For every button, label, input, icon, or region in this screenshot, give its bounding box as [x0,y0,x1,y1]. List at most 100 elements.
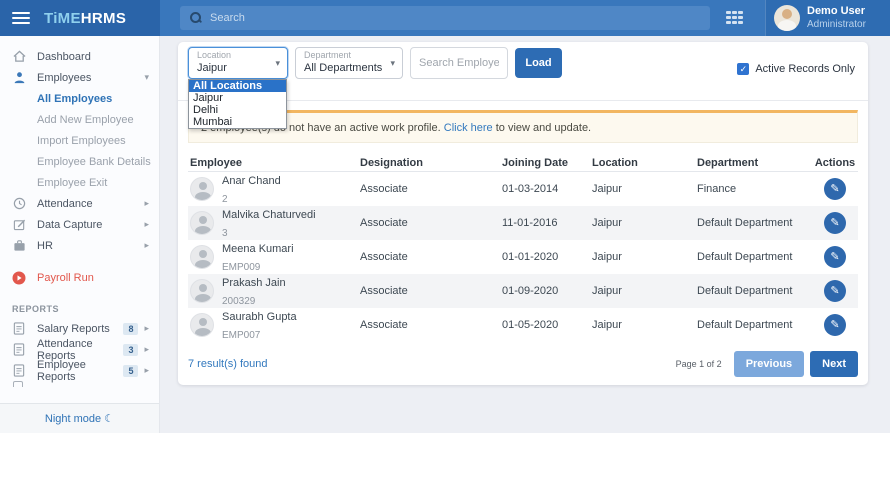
logo-hrms-text: HRMS [80,9,127,27]
user-avatar [774,5,800,31]
cell-department: Default Department [697,217,793,229]
edit-employee-button[interactable]: ✎ [824,178,846,200]
chevron-right-icon: ▸ [144,198,149,208]
user-role: Administrator [807,18,866,30]
home-icon [12,50,26,64]
sidebar-item-employee-bank-details[interactable]: Employee Bank Details [0,151,159,172]
global-search-input[interactable]: Search [180,6,710,30]
apps-grid-icon[interactable] [726,11,743,24]
column-header-joining-date: Joining Date [502,156,569,169]
dropdown-option-all-locations[interactable]: All Locations [189,80,286,92]
sidebar-item-label: Employee Reports [37,358,86,383]
sidebar-item-label: Data Capture [37,218,103,231]
night-mode-toggle[interactable]: Night mode ☾ [0,403,159,433]
next-page-button[interactable]: Next [810,350,858,377]
location-select-label: Location [197,50,232,60]
count-badge: 3 [123,343,139,356]
table-row: Meena Kumari EMP009 Associate 01-01-2020 … [188,240,858,274]
sidebar-item-add-new-employee[interactable]: Add New Employee [0,109,159,130]
cell-location: Jaipur [592,183,622,195]
checkbox-check-icon: ✓ [737,63,750,75]
employee-name: Anar Chand [222,175,281,187]
column-header-actions: Actions [814,156,856,169]
cell-location: Jaipur [592,217,622,229]
employee-table: Employee Designation Joining Date Locati… [188,154,858,342]
column-header-department: Department [697,156,759,169]
main-content: Location Jaipur ▾ Department All Departm… [160,36,890,433]
hamburger-menu-icon[interactable] [12,12,30,24]
sidebar-item-attendance[interactable]: Attendance ▸ [0,193,159,214]
employee-name: Saurabh Gupta [222,311,297,323]
sidebar: Dashboard Employees ▾ All Employees Add … [0,36,160,433]
edit-employee-button[interactable]: ✎ [824,314,846,336]
cell-location: Jaipur [592,251,622,263]
sidebar-item-import-employees[interactable]: Import Employees [0,130,159,151]
location-select[interactable]: Location Jaipur ▾ [188,47,288,79]
app-logo[interactable]: TiMEHRMS [44,10,126,27]
edit-employee-button[interactable]: ✎ [824,212,846,234]
location-select-value: Jaipur [197,61,227,74]
previous-page-button[interactable]: Previous [733,350,805,377]
sidebar-item-attendance-reports[interactable]: Attendance Reports 3 ▸ [0,338,159,362]
employee-code: EMP007 [222,330,261,341]
employees-card: Location Jaipur ▾ Department All Departm… [178,42,868,385]
banner-click-here-link[interactable]: Click here [444,122,493,134]
chevron-down-icon: ▾ [390,58,395,68]
play-circle-icon [12,271,26,285]
table-row: Saurabh Gupta EMP007 Associate 01-05-2020… [188,308,858,342]
employee-avatar [190,313,214,337]
pencil-icon: ✎ [830,183,840,195]
sidebar-item-employee-exit[interactable]: Employee Exit [0,172,159,193]
sidebar-item-salary-reports[interactable]: Salary Reports 8 ▸ [0,318,159,339]
sidebar-item-employee-reports[interactable]: Employee Reports 5 ▸ [0,358,159,383]
sidebar-item-label: Salary Reports [37,322,110,335]
person-icon [12,71,26,85]
table-row: Prakash Jain 200329 Associate 01-09-2020 … [188,274,858,308]
table-row: Malvika Chaturvedi 3 Associate 11-01-2016… [188,206,858,240]
dropdown-option-delhi[interactable]: Delhi [189,104,286,116]
dropdown-option-mumbai[interactable]: Mumbai [189,116,286,128]
document-icon [12,343,26,357]
employee-avatar [190,211,214,235]
edit-employee-button[interactable]: ✎ [824,246,846,268]
sidebar-item-label: Attendance [37,197,93,210]
user-menu[interactable]: Demo User Administrator [765,0,890,36]
cell-department: Default Department [697,319,793,331]
edit-employee-button[interactable]: ✎ [824,280,846,302]
employee-name: Prakash Jain [222,277,286,289]
active-records-checkbox[interactable]: ✓ Active Records Only [737,63,855,75]
chevron-right-icon: ▸ [144,219,149,229]
sidebar-item-all-employees[interactable]: All Employees [0,88,159,109]
sidebar-item-employees[interactable]: Employees ▾ [0,67,159,88]
employee-avatar [190,279,214,303]
employee-name: Meena Kumari [222,243,294,255]
employee-search-input[interactable] [410,47,508,79]
sidebar-item-data-capture[interactable]: Data Capture ▸ [0,214,159,235]
sidebar-item-label: HR [37,239,53,252]
count-badge: 5 [123,364,139,377]
department-select[interactable]: Department All Departments ▾ [295,47,403,79]
briefcase-icon [12,239,26,253]
column-header-location: Location [592,156,638,169]
department-select-label: Department [304,50,352,60]
column-header-designation: Designation [360,156,423,169]
pagination-footer: 7 result(s) found Page 1 of 2 Previous N… [188,350,858,377]
sidebar-item-payroll-run[interactable]: Payroll Run [0,267,159,288]
cell-joining-date: 01-03-2014 [502,183,559,195]
cell-designation: Associate [360,251,408,263]
moon-icon: ☾ [104,413,115,425]
cell-joining-date: 01-09-2020 [502,285,559,297]
sidebar-item-hr[interactable]: HR ▸ [0,235,159,256]
cell-joining-date: 11-01-2016 [502,217,558,229]
warning-banner: 2 employee(s) do not have an active work… [188,110,858,143]
load-button[interactable]: Load [515,48,562,78]
active-records-label: Active Records Only [755,63,855,75]
user-name: Demo User [807,4,866,17]
sidebar-item-dashboard[interactable]: Dashboard [0,46,159,67]
page-indicator: Page 1 of 2 [675,358,722,369]
sidebar-item-label: Employees [37,71,92,84]
search-icon [190,12,202,24]
topbar-brand-section: TiMEHRMS [0,0,160,36]
dropdown-option-jaipur[interactable]: Jaipur [189,92,286,104]
global-search-placeholder: Search [210,12,245,24]
